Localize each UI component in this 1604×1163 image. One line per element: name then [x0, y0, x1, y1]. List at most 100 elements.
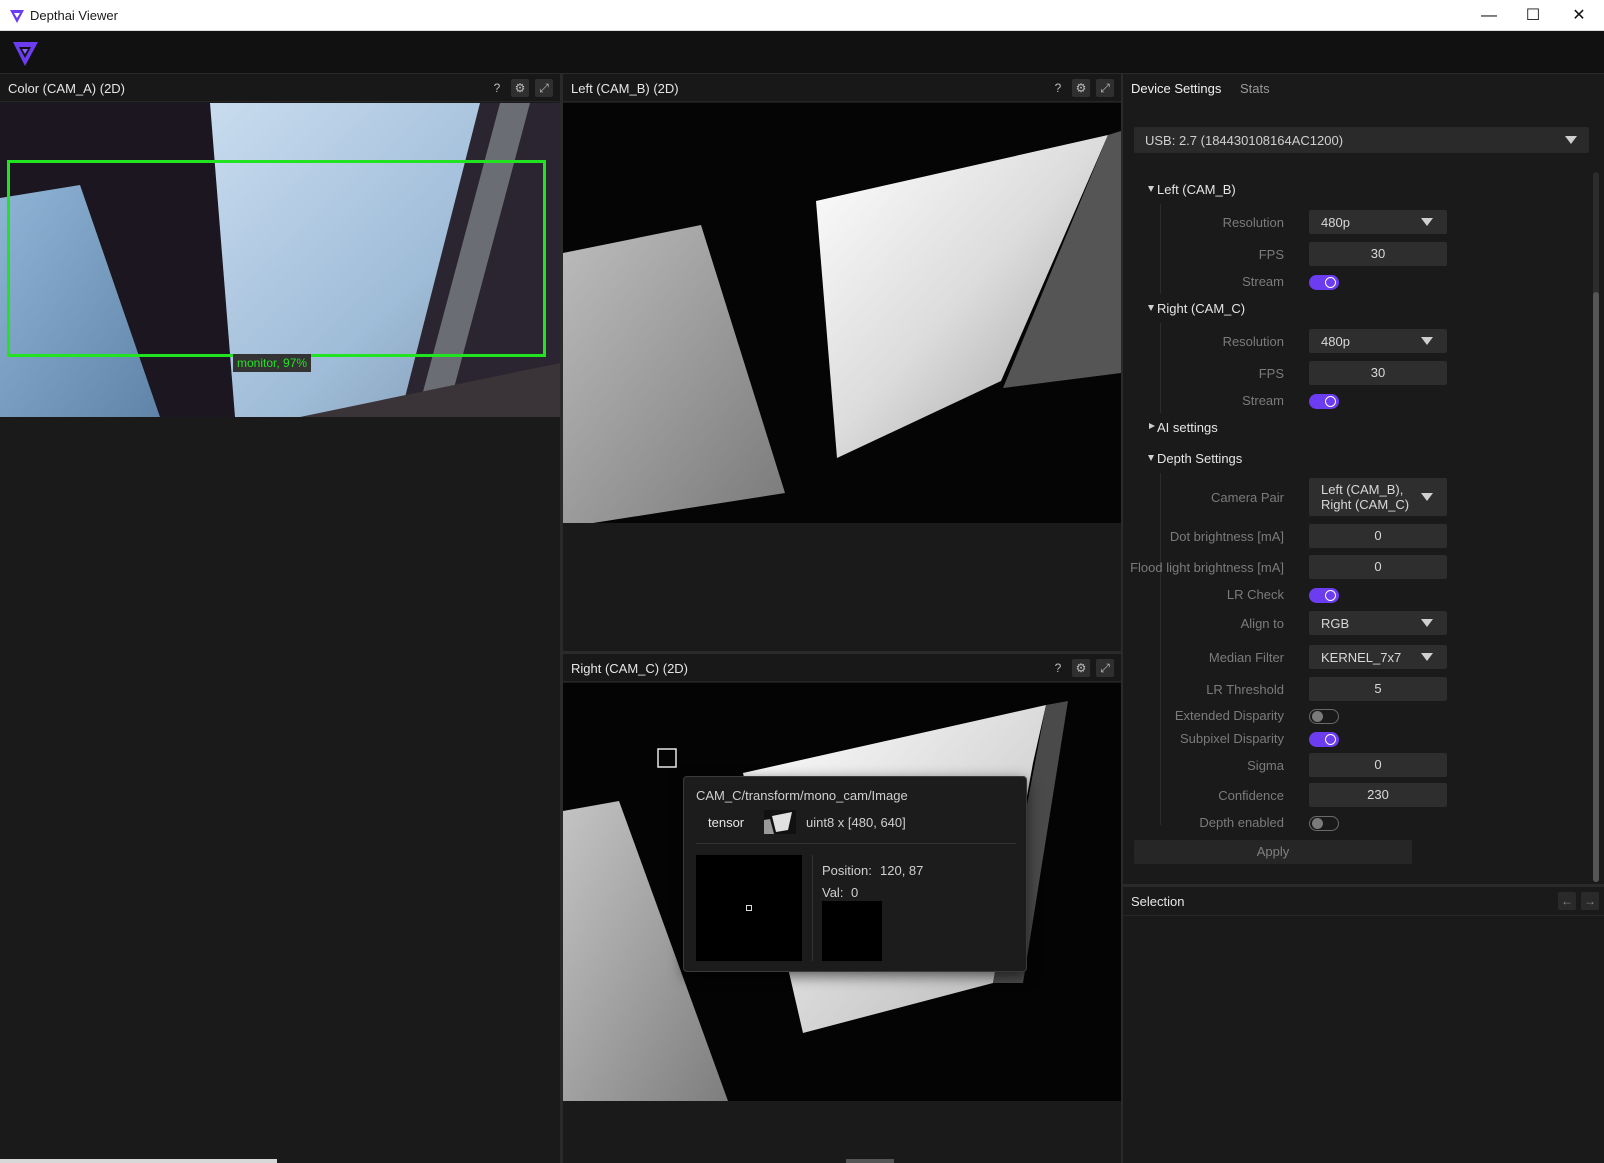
chevron-down-icon [1565, 136, 1577, 144]
depthai-logo-icon[interactable] [10, 38, 40, 68]
tooltip-val-value: 0 [851, 885, 859, 900]
lr-check-toggle[interactable] [1309, 588, 1339, 603]
flood-brightness-input[interactable]: 0 [1309, 555, 1447, 579]
lr-check-label: LR Check [1226, 587, 1284, 602]
gear-icon[interactable]: ⚙ [511, 79, 529, 97]
tooltip-position-value: 120, 87 [880, 863, 924, 878]
help-icon[interactable]: ? [488, 79, 506, 97]
subpixel-disparity-label: Subpixel Disparity [1179, 731, 1284, 746]
tooltip-separator [696, 843, 1016, 844]
tooltip-val-label: Val: [822, 885, 844, 900]
close-button[interactable]: ✕ [1556, 0, 1602, 31]
depth-enabled-label: Depth enabled [1199, 815, 1284, 830]
resolution-label: Resolution [1222, 334, 1284, 349]
tooltip-shape: uint8 x [480, 640] [806, 815, 906, 830]
resolution-label: Resolution [1222, 215, 1284, 230]
lr-threshold-label: LR Threshold [1206, 682, 1284, 697]
dot-brightness-label: Dot brightness [mA] [1169, 529, 1284, 544]
section-title: AI settings [1157, 420, 1218, 435]
maximize-button[interactable]: ☐ [1510, 0, 1556, 31]
camera-pair-line2: Right (CAM_C) [1321, 497, 1410, 512]
top-toolbar [0, 31, 1604, 74]
select-value: 480p [1321, 215, 1350, 230]
tooltip-kind: tensor [708, 815, 745, 830]
selection-header-line [1123, 915, 1604, 916]
median-filter-select[interactable]: KERNEL_7x7 [1309, 645, 1447, 669]
chevron-down-icon [1421, 337, 1433, 345]
extended-disparity-toggle[interactable] [1309, 709, 1339, 724]
chevron-down-icon [1421, 653, 1433, 661]
tooltip-color-swatch [822, 901, 882, 961]
chevron-down-icon [1421, 493, 1433, 501]
help-icon[interactable]: ? [1049, 79, 1067, 97]
right-stream-toggle[interactable] [1309, 394, 1339, 409]
maximize-panel-icon[interactable]: ⤢ [535, 79, 553, 97]
align-to-select[interactable]: RGB [1309, 611, 1447, 635]
section-left-cam[interactable]: Left (CAM_B) [1148, 182, 1236, 197]
right-fps-input[interactable]: 30 [1309, 361, 1447, 385]
gear-icon[interactable]: ⚙ [1072, 659, 1090, 677]
section-indent-line [1160, 204, 1161, 294]
stream-label: Stream [1242, 274, 1284, 289]
depth-enabled-toggle[interactable] [1309, 816, 1339, 831]
select-value: 480p [1321, 334, 1350, 349]
section-title: Depth Settings [1157, 451, 1243, 466]
collapse-triangle-icon [1148, 305, 1154, 311]
camera-pair-line1: Left (CAM_B), [1321, 482, 1404, 497]
detection-box [7, 160, 546, 357]
tooltip-zoom-view [696, 855, 802, 961]
left-stream-toggle[interactable] [1309, 275, 1339, 290]
flood-brightness-label: Flood light brightness [mA] [1130, 560, 1284, 575]
panel-header: Left (CAM_B) (2D) ? ⚙ ⤢ [563, 74, 1121, 102]
help-icon[interactable]: ? [1049, 659, 1067, 677]
section-right-cam[interactable]: Right (CAM_C) [1148, 301, 1246, 316]
camera-pair-select[interactable]: Left (CAM_B), Right (CAM_C) [1309, 478, 1447, 516]
confidence-input[interactable]: 230 [1309, 783, 1447, 807]
tab-device-settings[interactable]: Device Settings [1131, 81, 1221, 96]
back-arrow-icon[interactable]: ← [1558, 892, 1576, 910]
maximize-panel-icon[interactable]: ⤢ [1096, 79, 1114, 97]
left-fps-input[interactable]: 30 [1309, 242, 1447, 266]
forward-arrow-icon[interactable]: → [1581, 892, 1599, 910]
sigma-label: Sigma [1247, 758, 1284, 773]
left-camera-scene [563, 103, 1121, 523]
subpixel-disparity-toggle[interactable] [1309, 732, 1339, 747]
horizontal-scrollbar[interactable] [846, 1159, 894, 1163]
lr-threshold-input[interactable]: 5 [1309, 677, 1447, 701]
chevron-down-icon [1421, 619, 1433, 627]
collapse-triangle-icon [1148, 186, 1154, 192]
color-camera-image[interactable]: monitor, 97% [0, 103, 560, 417]
sigma-input[interactable]: 0 [1309, 753, 1447, 777]
window-title: Depthai Viewer [30, 8, 118, 23]
left-camera-image[interactable] [563, 103, 1121, 523]
section-ai-settings[interactable]: AI settings [1149, 420, 1218, 435]
section-title: Right (CAM_C) [1157, 301, 1246, 316]
dot-brightness-input[interactable]: 0 [1309, 524, 1447, 548]
gear-icon[interactable]: ⚙ [1072, 79, 1090, 97]
section-indent-line [1160, 473, 1161, 825]
expand-triangle-icon [1149, 423, 1155, 429]
tab-stats[interactable]: Stats [1240, 81, 1270, 96]
selection-panel: Selection ← → [1123, 887, 1604, 1163]
settings-scrollbar[interactable] [1593, 172, 1599, 882]
scrollbar-thumb[interactable] [1593, 292, 1599, 882]
fps-label: FPS [1258, 366, 1284, 381]
color-camera-panel: Color (CAM_A) (2D) ? ⚙ ⤢ monitor, 97% [0, 74, 560, 1163]
horizontal-scrollbar[interactable] [0, 1159, 277, 1163]
device-select[interactable]: USB: 2.7 (184430108164AC1200) [1134, 127, 1589, 153]
panel-title: Color (CAM_A) (2D) [8, 81, 126, 96]
detection-label: monitor, 97% [233, 354, 312, 372]
select-value: RGB [1321, 616, 1350, 631]
left-resolution-select[interactable]: 480p [1309, 210, 1447, 234]
minimize-button[interactable]: — [1466, 0, 1512, 31]
tooltip-thumbnail [764, 810, 796, 834]
confidence-label: Confidence [1218, 788, 1284, 803]
select-value: Left (CAM_B), Right (CAM_C) [1321, 482, 1409, 512]
panel-title: Right (CAM_C) (2D) [571, 661, 689, 676]
panel-header: Right (CAM_C) (2D) ? ⚙ ⤢ [563, 654, 1121, 682]
section-depth-settings[interactable]: Depth Settings [1148, 451, 1243, 466]
apply-button[interactable]: Apply [1134, 840, 1412, 864]
section-title: Left (CAM_B) [1157, 182, 1236, 197]
right-resolution-select[interactable]: 480p [1309, 329, 1447, 353]
maximize-panel-icon[interactable]: ⤢ [1096, 659, 1114, 677]
